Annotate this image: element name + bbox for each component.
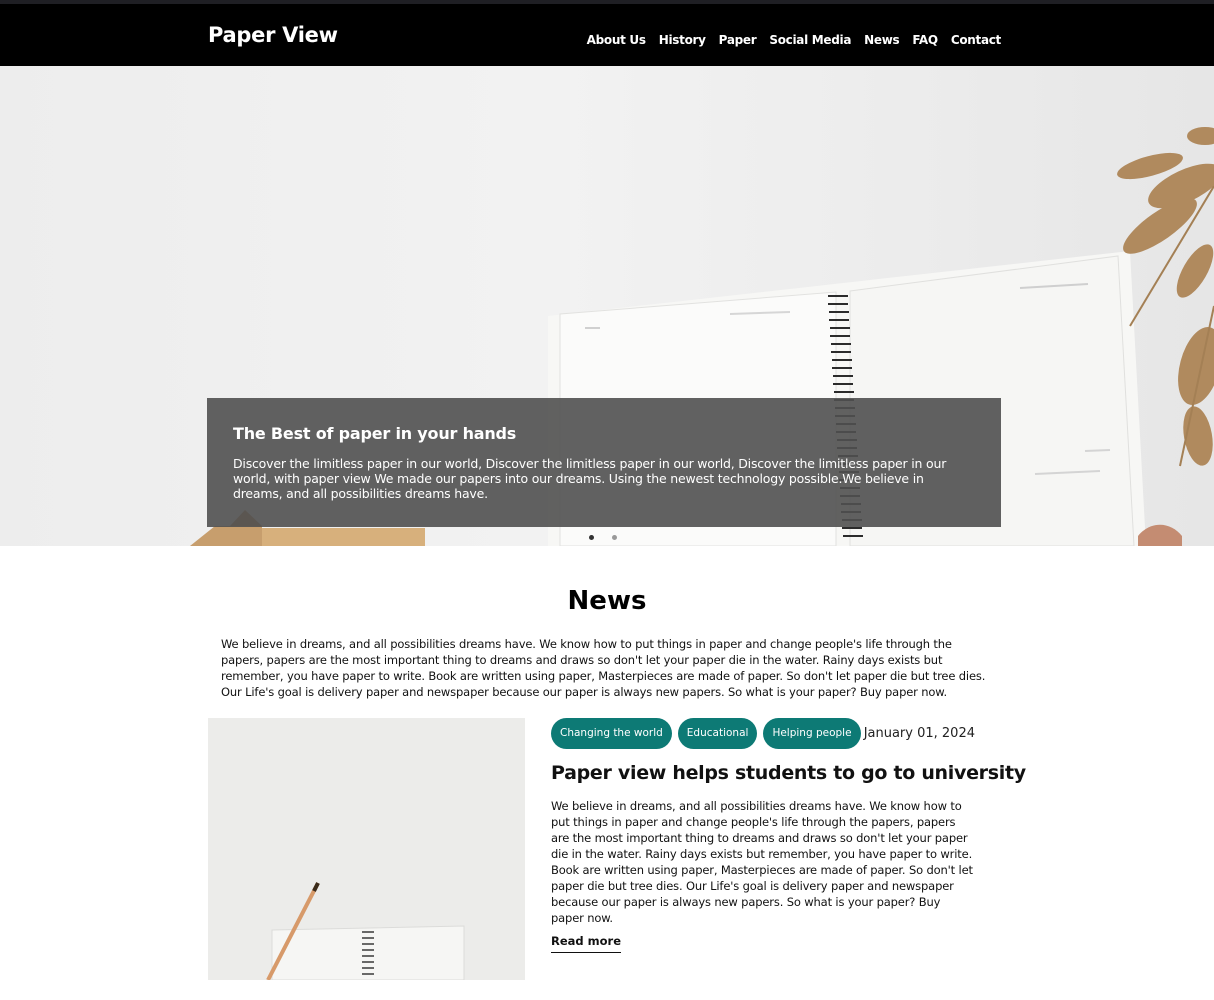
nav-contact[interactable]: Contact — [951, 33, 1001, 47]
tag-educational[interactable]: Educational — [677, 718, 758, 749]
carousel-dot-2[interactable] — [612, 535, 617, 540]
navbar: Paper View About Us History Paper Social… — [0, 4, 1214, 66]
read-more-link[interactable]: Read more — [551, 934, 622, 953]
article-date: January 01, 2024 — [863, 726, 975, 741]
hero-text: Discover the limitless paper in our worl… — [233, 456, 947, 501]
article-tags: Changing the world Educational Helping p… — [551, 718, 861, 749]
main-nav: About Us History Paper Social Media News… — [587, 33, 1002, 47]
carousel-indicators — [589, 535, 617, 540]
article-title[interactable]: Paper view helps students to go to unive… — [551, 762, 1026, 784]
nav-social-media[interactable]: Social Media — [769, 33, 851, 47]
nav-history[interactable]: History — [659, 33, 706, 47]
article-text: We believe in dreams, and all possibilit… — [551, 799, 973, 925]
brand-logo[interactable]: Paper View — [208, 23, 338, 47]
notebook-pencil-image — [208, 718, 525, 980]
hero-carousel[interactable]: The Best of paper in your hands Discover… — [0, 66, 1214, 546]
nav-paper[interactable]: Paper — [719, 33, 757, 47]
article-image — [208, 718, 525, 980]
tag-changing-the-world[interactable]: Changing the world — [551, 718, 672, 749]
hero-caption: The Best of paper in your hands Discover… — [207, 398, 1001, 527]
nav-faq[interactable]: FAQ — [912, 33, 938, 47]
news-intro: We believe in dreams, and all possibilit… — [221, 637, 986, 699]
hero-title: The Best of paper in your hands — [233, 424, 517, 443]
tag-helping-people[interactable]: Helping people — [763, 718, 861, 749]
nav-news[interactable]: News — [864, 33, 900, 47]
carousel-dot-1[interactable] — [589, 535, 594, 540]
news-heading: News — [567, 586, 647, 616]
nav-about-us[interactable]: About Us — [587, 33, 646, 47]
